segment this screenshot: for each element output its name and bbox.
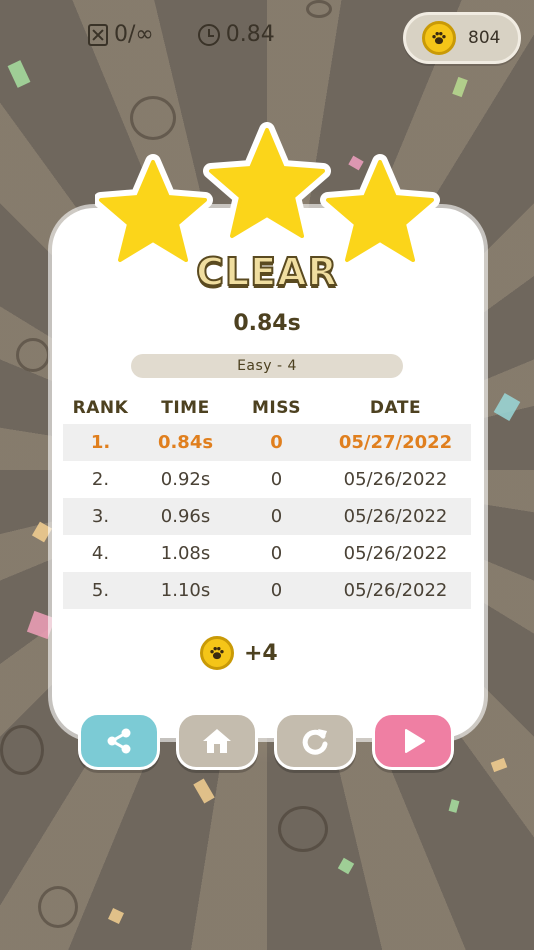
table-header: RANK TIME MISS DATE (63, 392, 471, 424)
row-rank: 4. (91, 543, 110, 564)
table-row: 4. 1.08s 0 05/26/2022 (63, 535, 471, 572)
home-icon (203, 729, 231, 753)
row-miss: 0 (270, 506, 283, 527)
row-rank: 2. (91, 469, 110, 490)
star-icon-right (320, 154, 440, 268)
row-rank: 1. (90, 432, 111, 453)
table-row: 1. 0.84s 0 05/27/2022 (63, 424, 471, 461)
retry-icon (302, 729, 328, 755)
next-button[interactable] (372, 712, 454, 770)
doodle-top (306, 0, 332, 18)
row-miss: 0 (270, 469, 283, 490)
paw-coin-icon (200, 636, 234, 670)
row-date: 05/26/2022 (343, 506, 448, 527)
miss-box-icon (88, 23, 108, 46)
retry-button[interactable] (274, 712, 356, 770)
paw-coin-icon (422, 21, 456, 55)
timer-value: 0.84 (225, 22, 275, 47)
doodle-panda (278, 806, 328, 852)
star-icon-left (95, 154, 213, 268)
header-rank: RANK (72, 398, 129, 418)
top-hud: 0/∞ 0.84 (88, 22, 275, 47)
header-miss: MISS (252, 398, 301, 418)
level-label: Easy - 4 (131, 354, 403, 378)
row-date: 05/26/2022 (343, 543, 448, 564)
row-miss: 0 (270, 580, 283, 601)
coin-balance[interactable]: 804 (403, 12, 521, 64)
row-date: 05/26/2022 (343, 580, 448, 601)
doodle-mole (0, 725, 44, 775)
row-date: 05/26/2022 (343, 469, 448, 490)
table-row: 2. 0.92s 0 05/26/2022 (63, 461, 471, 498)
coin-balance-value: 804 (468, 28, 501, 48)
clear-time: 0.84s (233, 311, 301, 336)
row-rank: 3. (91, 506, 110, 527)
play-icon (405, 729, 425, 753)
row-miss: 0 (270, 543, 283, 564)
share-button[interactable] (78, 712, 160, 770)
table-row: 5. 1.10s 0 05/26/2022 (63, 572, 471, 609)
row-miss: 0 (270, 432, 283, 453)
row-date: 05/27/2022 (338, 432, 453, 453)
header-date: DATE (369, 398, 422, 418)
miss-counter: 0/∞ (88, 22, 154, 47)
coin-reward: +4 (200, 636, 278, 670)
home-button[interactable] (176, 712, 258, 770)
clear-title: CLEAR (195, 249, 338, 295)
header-time: TIME (161, 398, 210, 418)
clock-icon (197, 23, 220, 46)
row-time: 0.96s (160, 506, 211, 527)
row-time: 0.84s (157, 432, 214, 453)
coin-reward-amount: +4 (244, 640, 278, 666)
doodle-cat (16, 338, 50, 372)
miss-counter-value: 0/∞ (114, 22, 154, 47)
star-icon-center (203, 122, 331, 244)
row-rank: 5. (91, 580, 110, 601)
timer: 0.84 (197, 22, 275, 47)
table-row: 3. 0.96s 0 05/26/2022 (63, 498, 471, 535)
leaderboard-table: RANK TIME MISS DATE 1. 0.84s 0 05/27/202… (63, 392, 471, 609)
row-time: 1.10s (160, 580, 211, 601)
share-icon (107, 728, 131, 754)
action-buttons (78, 712, 454, 770)
row-time: 0.92s (160, 469, 211, 490)
row-time: 1.08s (160, 543, 211, 564)
doodle-panda-small (38, 886, 78, 928)
